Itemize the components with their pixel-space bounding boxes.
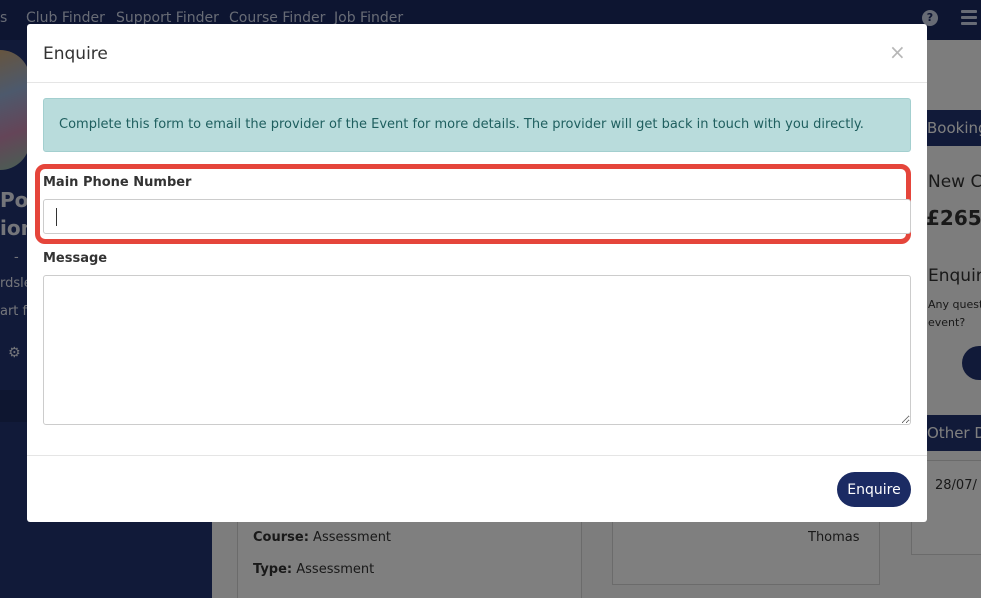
info-alert: Complete this form to email the provider… bbox=[43, 98, 911, 152]
text-cursor bbox=[56, 208, 57, 226]
enquire-modal: Enquire × Complete this form to email th… bbox=[27, 24, 927, 522]
message-label: Message bbox=[43, 251, 108, 266]
close-icon[interactable]: × bbox=[889, 40, 906, 64]
modal-footer: Enquire bbox=[27, 455, 927, 522]
enquire-submit-button[interactable]: Enquire bbox=[837, 472, 911, 507]
phone-label: Main Phone Number bbox=[43, 175, 192, 190]
modal-title: Enquire bbox=[43, 44, 108, 64]
phone-input[interactable] bbox=[43, 199, 911, 234]
message-textarea[interactable] bbox=[43, 275, 911, 425]
modal-header: Enquire × bbox=[27, 24, 927, 83]
